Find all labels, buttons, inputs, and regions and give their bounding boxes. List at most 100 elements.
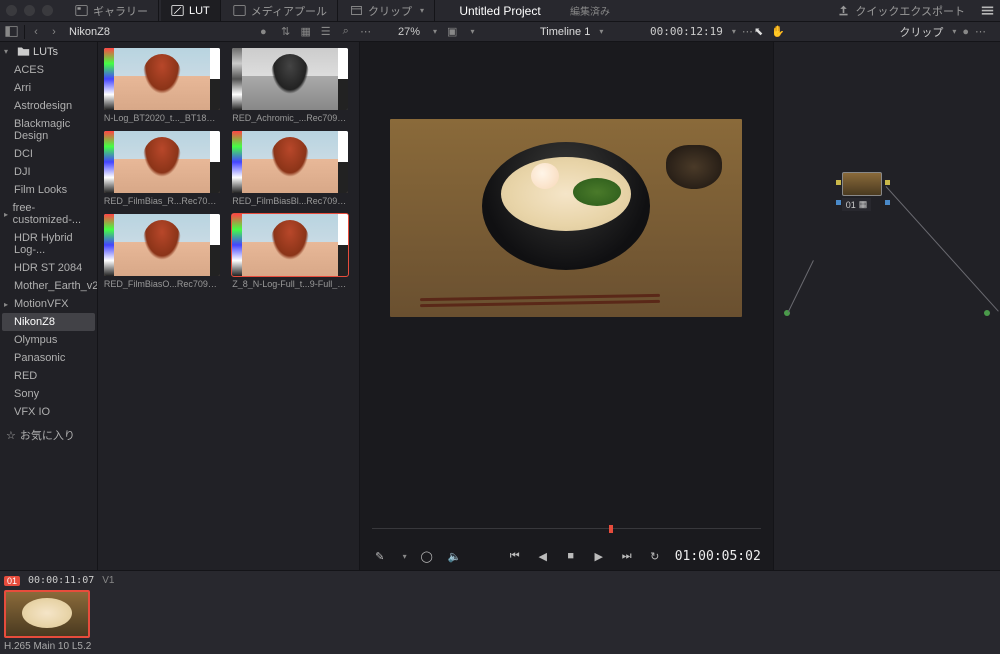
loop-button[interactable]: ↻ [647,550,663,563]
chevron-down-icon[interactable]: ▾ [952,27,956,36]
clip-thumbnail[interactable] [4,590,90,638]
settings-icon[interactable] [981,4,994,17]
tree-item[interactable]: Mother_Earth_v2... [0,277,97,295]
tree-item[interactable]: DCI [0,145,97,163]
node-options-button[interactable]: ⋯ [975,25,986,38]
lut-label: Z_8_N-Log-Full_t...9-Full_33_V01-00 [232,279,348,289]
pointer-tool-icon[interactable]: ⬉ [754,25,763,38]
tree-item-label: HDR Hybrid Log-... [14,232,91,256]
corrector-node[interactable] [842,172,882,196]
chevron-down-icon[interactable]: ▾ [470,27,474,36]
viewer-timecode[interactable]: 01:00:05:02 [675,549,761,564]
tab-lut[interactable]: LUT [161,0,221,21]
minimize-window-icon[interactable] [24,5,35,16]
lut-card[interactable]: N-Log_BT2020_t..._BT1886_size_33 [104,48,224,123]
clip-timecode: 00:00:11:07 [28,575,94,586]
tree-favorites[interactable]: ☆ お気に入り [0,421,97,446]
lut-card[interactable]: Z_8_N-Log-Full_t...9-Full_33_V01-00 [232,214,352,289]
node-graph-panel[interactable]: 01 ▦ [774,42,1000,570]
tree-item-label: Film Looks [14,184,67,196]
tree-root-luts[interactable]: ▾ LUTs [0,42,97,61]
color-picker-tool[interactable]: ✎ [372,550,388,563]
lut-thumbnail [104,48,220,110]
step-back-button[interactable]: ◀ [535,550,551,563]
tree-item[interactable]: Film Looks [0,181,97,199]
mute-button[interactable]: 🔈 [447,550,463,563]
more-options-button[interactable]: ⋯ [357,25,375,38]
node-connector-icon[interactable] [885,200,890,205]
node-connector-icon[interactable] [885,180,890,185]
scrubber[interactable] [372,528,761,542]
play-button[interactable]: ▶ [591,550,607,563]
toggle-sidebar-button[interactable] [0,22,22,42]
tree-item[interactable]: Olympus [0,331,97,349]
lut-label: RED_FilmBiasBl...Rec709_BT1886 [232,196,348,206]
grid-view-button[interactable]: ▦ [297,25,315,38]
breadcrumb[interactable]: NikonZ8 [63,26,116,38]
lut-card[interactable]: RED_FilmBiasO...Rec709_BT1886 [104,214,224,289]
list-view-button[interactable]: ☰ [317,25,335,38]
tab-lut-label: LUT [189,5,210,17]
lut-card[interactable]: RED_FilmBias_R...Rec709_BT1886 [104,131,224,206]
quick-export-button[interactable]: クイックエクスポート [829,3,973,19]
clip-icon [350,4,363,17]
tab-clip[interactable]: クリップ ▾ [340,0,435,21]
maximize-window-icon[interactable] [42,5,53,16]
chevron-down-icon[interactable]: ▾ [599,27,603,36]
hand-tool-icon[interactable]: ✋ [771,25,785,38]
media-pool-icon [233,4,246,17]
node-connector-icon[interactable] [836,200,841,205]
project-title: Untitled Project [459,4,540,18]
tree-item[interactable]: HDR ST 2084 [0,259,97,277]
go-last-button[interactable]: ⏭ [619,550,635,563]
node-mode-label[interactable]: クリップ [899,24,943,40]
chevron-down-icon[interactable]: ▾ [732,27,736,36]
bypass-icon[interactable]: ◯ [419,550,435,563]
tree-item[interactable]: ▸free-customized-... [0,199,97,229]
tree-item[interactable]: RED [0,367,97,385]
playhead-icon[interactable] [609,525,613,533]
tree-item-label: Astrodesign [14,100,72,112]
tree-item[interactable]: Astrodesign [0,97,97,115]
graph-output-node[interactable] [984,310,990,316]
viewer-canvas[interactable] [360,42,773,528]
go-first-button[interactable]: ⏮ [507,550,523,563]
tree-item[interactable]: Panasonic [0,349,97,367]
tab-gallery-label: ギャラリー [93,3,148,19]
nav-back-button[interactable]: ‹ [27,26,45,38]
chevron-down-icon[interactable]: ▾ [403,552,407,561]
tree-item[interactable]: VFX IO [0,403,97,421]
stop-button[interactable]: ■ [563,550,579,562]
lut-thumbnail [232,131,348,193]
zoom-level[interactable]: 27% [398,26,420,38]
tree-item[interactable]: ▸MotionVFX [0,295,97,313]
sort-button[interactable]: ⇅ [277,25,295,38]
viewer-layout-button[interactable]: ▣ [447,25,457,38]
tree-item[interactable]: DJI [0,163,97,181]
chevron-down-icon[interactable]: ▾ [433,27,437,36]
chevron-right-icon: ▸ [4,210,13,219]
tree-item[interactable]: Sony [0,385,97,403]
tree-item[interactable]: Blackmagic Design [0,115,97,145]
search-button[interactable]: ⌕ [337,25,355,38]
tree-item[interactable]: Arri [0,79,97,97]
title-bar: ギャラリー LUT メディアプール クリップ ▾ Untitled Projec… [0,0,1000,22]
close-window-icon[interactable] [6,5,17,16]
node-connector-icon[interactable] [836,180,841,185]
lut-card[interactable]: RED_FilmBiasBl...Rec709_BT1886 [232,131,352,206]
lut-thumbnail [104,131,220,193]
tab-gallery[interactable]: ギャラリー [65,0,159,21]
lut-card[interactable]: RED_Achromic_...Rec709_BT1886 [232,48,352,123]
nav-forward-button[interactable]: › [45,26,63,38]
tree-item[interactable]: HDR Hybrid Log-... [0,229,97,259]
timeline-name[interactable]: Timeline 1 [540,26,590,38]
timeline-timecode[interactable]: 00:00:12:19 [650,25,723,38]
viewer-panel: ✎ ▾ ◯ 🔈 ⏮ ◀ ■ ▶ ⏭ ↻ 01:00:05:02 [360,42,774,570]
tree-item-label: Panasonic [14,352,65,364]
tree-item[interactable]: ACES [0,61,97,79]
tab-media-pool[interactable]: メディアプール [223,0,338,21]
workspace-tabs: ギャラリー LUT メディアプール クリップ ▾ [65,0,435,21]
timeline-options-button[interactable]: ⋯ [742,25,753,38]
tree-item[interactable]: NikonZ8 [2,313,95,331]
tree-item-label: Sony [14,388,39,400]
